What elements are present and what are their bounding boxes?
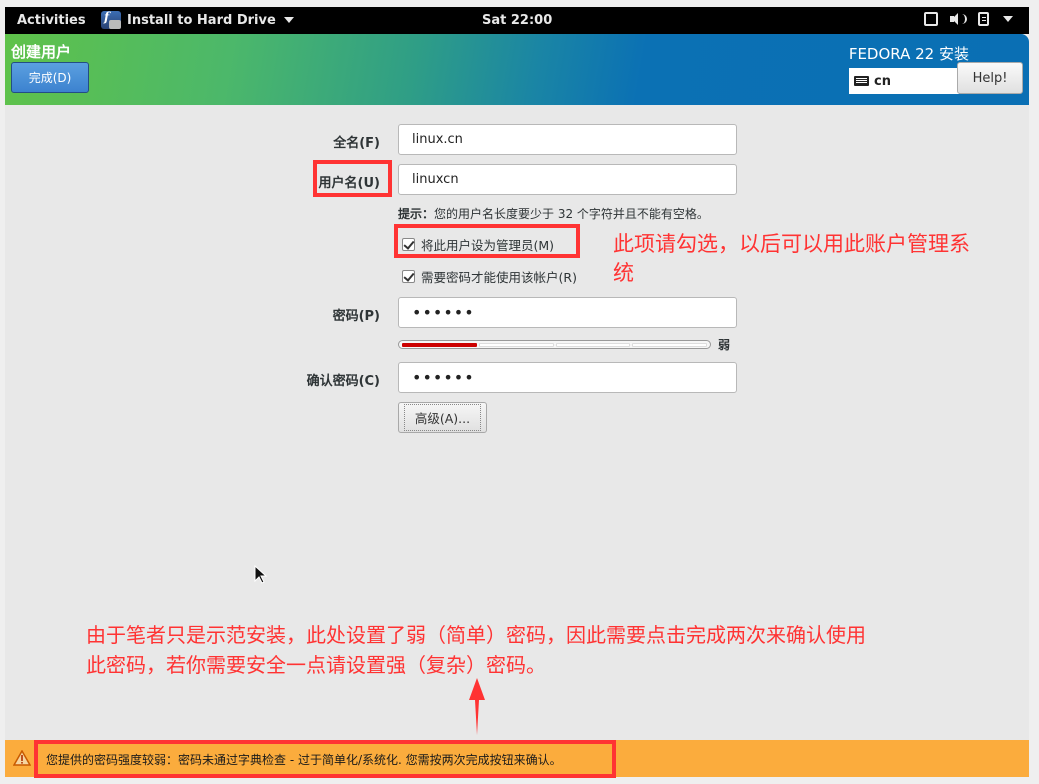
- fullname-input[interactable]: linux.cn: [398, 124, 737, 155]
- page-title: 创建用户: [11, 43, 72, 61]
- window-icon: [924, 12, 938, 26]
- password-strength-label: 弱: [718, 338, 731, 352]
- confirm-password-input[interactable]: ••••••: [398, 362, 737, 393]
- warning-highlight-box: [34, 740, 616, 778]
- admin-annotation-line-1: 此项请勾选，以后可以用此账户管理系: [613, 232, 970, 256]
- app-menu[interactable]: f Install to Hard Drive: [101, 10, 294, 29]
- chevron-down-icon: [283, 17, 294, 23]
- warning-bar[interactable]: 您提供的密码强度较弱：密码未通过字典检查 - 过于简单化/系统化. 您需按两次完…: [5, 740, 1029, 778]
- activities-button[interactable]: Activities: [17, 13, 86, 28]
- chevron-down-icon: [1003, 16, 1013, 22]
- user-form-area: 全名(F) linux.cn 用户名(U) linuxcn 提示：您的用户名长度…: [5, 105, 1029, 740]
- volume-icon: [950, 12, 967, 26]
- password-annotation-line-2: 此密码，若你需要安全一点请设置强（复杂）密码。: [86, 653, 546, 677]
- strength-segment: [555, 343, 631, 347]
- password-label: 密码(P): [332, 309, 380, 324]
- password-annotation-line-1: 由于笔者只是示范安装，此处设置了弱（简单）密码，因此需要点击完成两次来确认使用: [86, 623, 866, 647]
- spoke-header: 创建用户 完成(D) FEDORA 22 安装 cn Help!: [5, 34, 1029, 105]
- confirm-password-label: 确认密码(C): [306, 374, 380, 389]
- advanced-button[interactable]: 高级(A)...: [398, 402, 487, 433]
- hint-prefix: 提示：: [398, 207, 435, 221]
- keyboard-icon: [854, 76, 869, 86]
- admin-annotation: 此项请勾选，以后可以用此账户管理系 统: [613, 230, 970, 288]
- require-password-checkbox-label: 需要密码才能使用该帐户(R): [421, 270, 577, 285]
- username-highlight-box: [313, 160, 392, 197]
- warning-icon: [13, 750, 31, 766]
- clipboard-battery-icon: [978, 12, 989, 26]
- fullname-label: 全名(F): [333, 136, 380, 151]
- admin-annotation-line-2: 统: [613, 261, 634, 285]
- clock[interactable]: Sat 22:00: [482, 13, 552, 28]
- admin-highlight-box: [394, 224, 580, 258]
- installer-app-icon: f: [101, 10, 121, 29]
- done-button[interactable]: 完成(D): [11, 62, 89, 93]
- require-password-checkbox[interactable]: 需要密码才能使用该帐户(R): [402, 267, 577, 286]
- password-input[interactable]: ••••••: [398, 297, 737, 328]
- system-tray[interactable]: [924, 12, 1013, 26]
- top-bar: Activities f Install to Hard Drive Sat 2…: [5, 7, 1029, 34]
- keyboard-layout-label: cn: [874, 73, 891, 89]
- arrow-up-icon: [469, 678, 485, 735]
- username-input[interactable]: linuxcn: [398, 164, 737, 195]
- hint-text: 您的用户名长度要少于 32 个字符并且不能有空格。: [434, 207, 709, 221]
- checkbox-checked-icon[interactable]: [402, 270, 415, 283]
- help-button[interactable]: Help!: [957, 62, 1023, 94]
- strength-segment: [632, 343, 707, 347]
- strength-segment: [478, 343, 554, 347]
- password-strength-bar: [398, 340, 711, 349]
- advanced-button-label: 高级(A)...: [403, 404, 482, 431]
- product-title: FEDORA 22 安装: [848, 45, 969, 63]
- password-annotation: 由于笔者只是示范安装，此处设置了弱（简单）密码，因此需要点击完成两次来确认使用 …: [86, 620, 866, 680]
- keyboard-layout-indicator[interactable]: cn: [849, 68, 959, 94]
- username-hint: 提示：您的用户名长度要少于 32 个字符并且不能有空格。: [398, 205, 709, 222]
- strength-segment: [402, 343, 477, 347]
- app-menu-label: Install to Hard Drive: [127, 12, 276, 28]
